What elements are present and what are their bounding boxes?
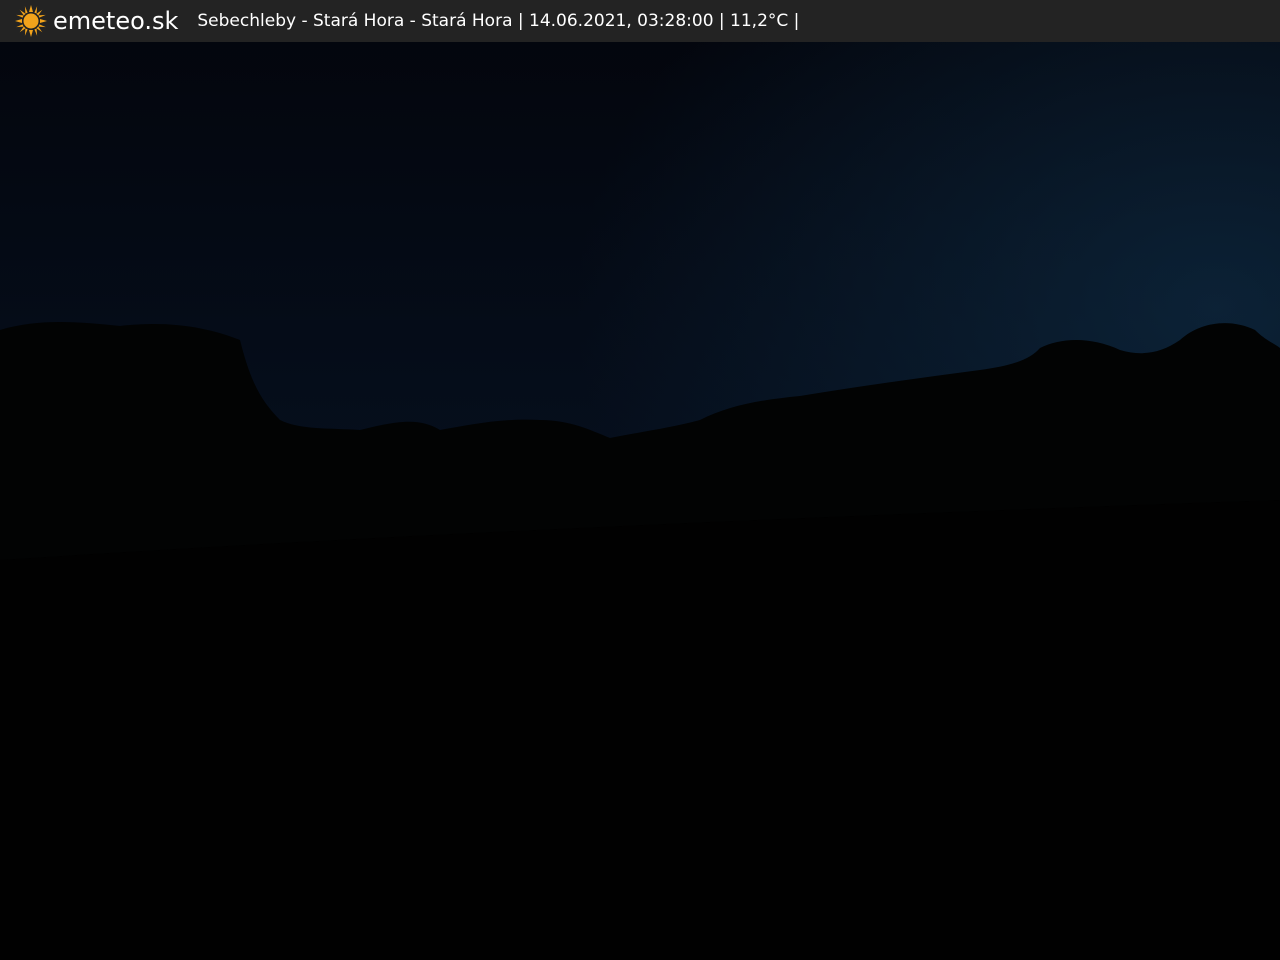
webcam-caption: Sebechleby - Stará Hora - Stará Hora | 1… bbox=[197, 11, 800, 31]
sun-icon bbox=[15, 5, 47, 37]
foreground-ground bbox=[0, 500, 1280, 960]
brand-name: emeteo.sk bbox=[53, 7, 179, 35]
webcam-image bbox=[0, 0, 1280, 960]
logo[interactable]: emeteo.sk bbox=[14, 0, 178, 42]
caption-bar: emeteo.sk Sebechleby - Stará Hora - Star… bbox=[0, 0, 1280, 42]
